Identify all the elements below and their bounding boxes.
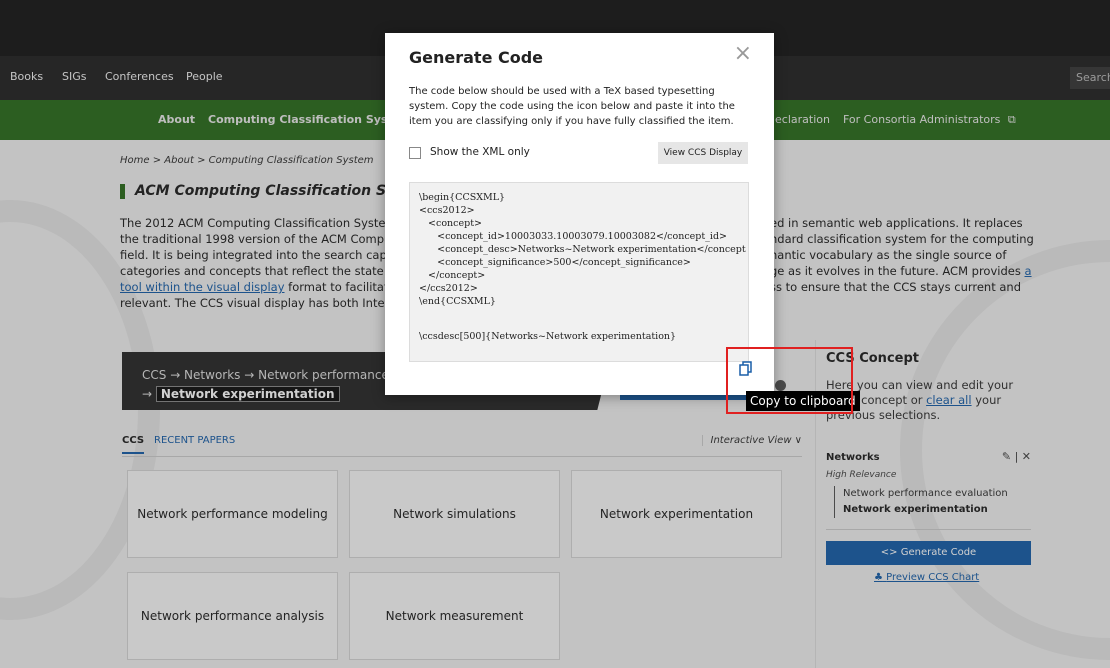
code-textarea[interactable]: \begin{CCSXML} <ccs2012> <concept> <conc… <box>409 182 749 362</box>
highlight-box <box>726 347 853 414</box>
code-line: </concept> <box>419 270 486 281</box>
modal-description: The code below should be used with a TeX… <box>409 86 735 127</box>
show-xml-only-label[interactable]: Show the XML only <box>430 146 530 158</box>
view-ccs-display-button[interactable]: View CCS Display <box>658 142 748 164</box>
code-line: <ccs2012> <box>419 205 475 216</box>
code-line: <concept_id>10003033.10003079.10003082</… <box>419 231 727 242</box>
generate-code-modal: Generate Code × The code below should be… <box>385 33 774 395</box>
show-xml-only-checkbox[interactable] <box>409 147 421 159</box>
close-icon[interactable]: × <box>734 41 752 66</box>
code-line: <concept> <box>419 218 482 229</box>
code-line: </ccs2012> <box>419 283 478 294</box>
code-line: <concept_desc>Networks~Network experimen… <box>419 244 746 255</box>
code-line: <concept_significance>500</concept_signi… <box>419 257 691 268</box>
modal-title: Generate Code <box>409 48 544 67</box>
code-line: \begin{CCSXML} <box>419 192 506 203</box>
code-line: \ccsdesc[500]{Networks~Network experimen… <box>419 331 677 342</box>
code-line: \end{CCSXML} <box>419 296 496 307</box>
